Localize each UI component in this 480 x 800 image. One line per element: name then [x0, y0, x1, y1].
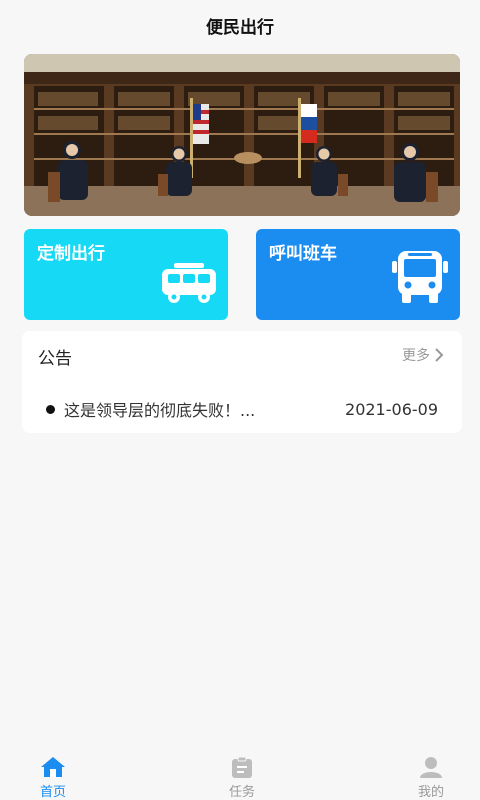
user-icon — [420, 757, 442, 778]
chevron-right-icon — [435, 348, 444, 362]
bullet-icon — [46, 404, 55, 414]
custom-travel-button[interactable]: 定制出行 — [24, 229, 228, 320]
page-title: 便民出行 — [206, 17, 274, 38]
tab-home-label: 首页 — [39, 785, 66, 800]
tab-profile[interactable]: 我的 — [391, 750, 471, 800]
tab-home[interactable]: 首页 — [13, 750, 93, 800]
bottom-tab-bar: 首页 任务 我的 — [0, 750, 480, 800]
announcement-text: 这是领导层的彻底失败！... — [64, 401, 256, 420]
tab-profile-label: 我的 — [417, 785, 444, 800]
clipboard-icon — [232, 756, 252, 778]
announcement-title: 公告 — [38, 349, 72, 369]
custom-travel-label: 定制出行 — [37, 244, 105, 264]
announcement-date: 2021-06-09 — [345, 399, 438, 419]
tab-tasks-label: 任务 — [228, 785, 255, 800]
more-label: 更多 — [402, 348, 430, 364]
bus-icon — [390, 249, 450, 309]
call-shuttle-button[interactable]: 呼叫班车 — [256, 229, 460, 320]
minibus-icon — [160, 263, 218, 309]
announcement-item[interactable]: 这是领导层的彻底失败！... 2021-06-09 — [46, 397, 438, 421]
tab-tasks[interactable]: 任务 — [202, 750, 282, 800]
banner-image[interactable] — [24, 54, 460, 216]
more-link[interactable]: 更多 — [402, 345, 444, 365]
announcement-panel: 公告 更多 这是领导层的彻底失败！... 2021-06-09 — [22, 331, 462, 433]
call-shuttle-label: 呼叫班车 — [269, 244, 337, 264]
home-icon — [41, 757, 65, 777]
